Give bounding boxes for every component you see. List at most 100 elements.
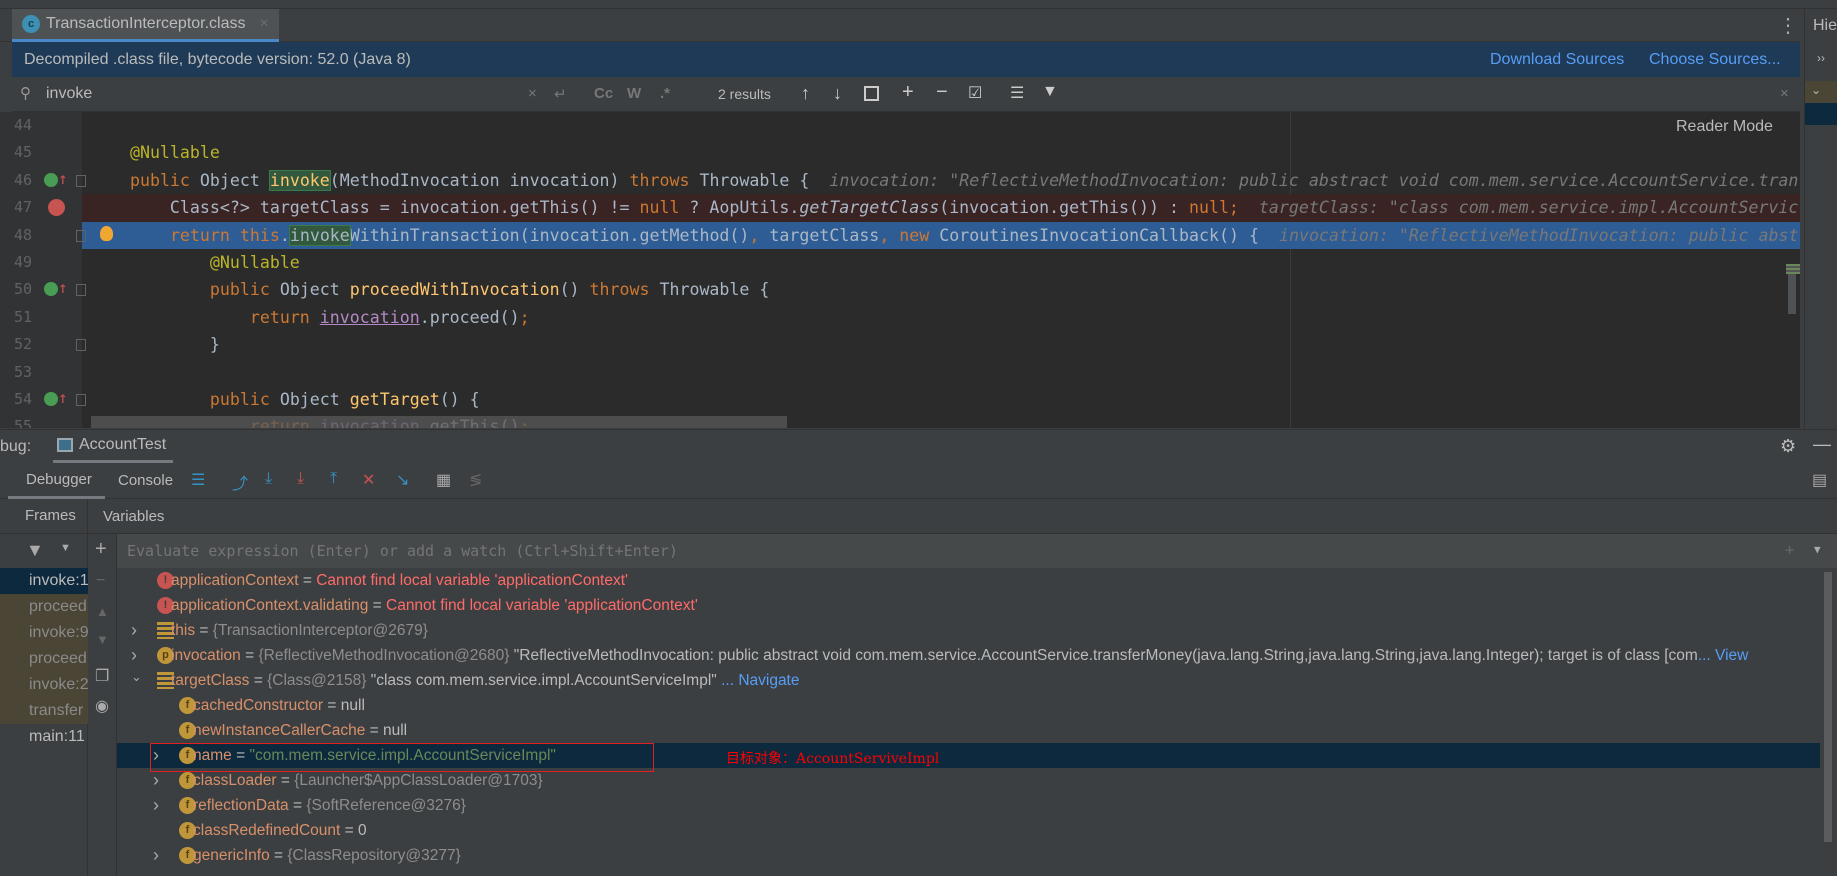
variables-scrollbar-thumb[interactable] xyxy=(1824,572,1832,842)
variable-row[interactable]: › p invocation = {ReflectiveMethodInvocati… xyxy=(117,643,1820,668)
trace-icon[interactable]: ≶ xyxy=(469,470,482,490)
regex-toggle[interactable]: .* xyxy=(660,85,670,102)
layout-icon[interactable]: ☰ xyxy=(191,470,205,490)
implements-method-icon[interactable] xyxy=(44,172,58,187)
close-tab-icon[interactable]: × xyxy=(260,15,269,33)
fold-marker-icon[interactable] xyxy=(76,174,86,187)
chevron-down-icon[interactable]: ⌄ xyxy=(131,668,142,689)
close-find-icon[interactable]: × xyxy=(1780,85,1789,102)
code-line[interactable]: 44 xyxy=(0,112,1800,139)
variable-row[interactable]: › f genericInfo = {ClassRepository@3277} xyxy=(117,843,1820,868)
fold-marker-icon[interactable] xyxy=(76,229,86,242)
frames-tab[interactable]: Frames xyxy=(0,499,88,534)
implements-method-icon[interactable] xyxy=(44,282,58,297)
variable-row[interactable]: ! applicationContext = Cannot find local … xyxy=(117,568,1820,593)
tab-debugger[interactable]: Debugger xyxy=(8,464,105,499)
filter-lines-icon[interactable]: ☰ xyxy=(1010,83,1024,103)
search-input[interactable] xyxy=(46,83,526,105)
implements-method-icon[interactable] xyxy=(44,392,58,406)
fold-marker-icon[interactable] xyxy=(76,284,86,297)
frame-item[interactable]: invoke:1 xyxy=(0,568,88,594)
drop-frame-icon[interactable]: ✕ xyxy=(362,470,375,490)
dropdown-icon[interactable]: ▼ xyxy=(60,542,71,554)
variable-link[interactable]: ... Navigate xyxy=(717,672,799,689)
editor-tab[interactable]: c TransactionInterceptor.class × xyxy=(12,9,279,42)
breakpoint-icon[interactable] xyxy=(48,199,65,217)
run-to-cursor-icon[interactable]: ↘ xyxy=(396,470,409,490)
frame-item[interactable]: proceed xyxy=(0,594,88,620)
reader-mode-button[interactable]: Reader Mode xyxy=(1676,118,1773,136)
variable-row[interactable]: f classRedefinedCount = 0 xyxy=(117,818,1820,843)
fold-marker-icon[interactable] xyxy=(76,394,86,406)
variable-link[interactable]: ... View xyxy=(1698,647,1749,664)
variable-row[interactable]: ! applicationContext.validating = Cannot … xyxy=(117,593,1820,618)
code-line[interactable]: 48 return this.invokeWithinTransaction(i… xyxy=(0,221,1800,249)
hierarchy-child-item[interactable] xyxy=(1805,103,1837,125)
words-toggle[interactable]: W xyxy=(627,85,641,102)
add-to-watches-icon[interactable]: + xyxy=(1785,541,1794,559)
gear-icon[interactable]: ⚙ xyxy=(1780,436,1796,457)
chevron-right-icon[interactable]: › xyxy=(131,618,137,643)
step-over-icon[interactable]: ⤓ xyxy=(265,470,272,488)
tab-console[interactable]: Console xyxy=(118,472,173,489)
variables-scroll-track[interactable] xyxy=(1820,568,1837,876)
code-line[interactable]: 51 return invocation.proceed(); xyxy=(0,304,1800,331)
evaluate-expression-icon[interactable]: ▦ xyxy=(436,470,451,490)
eye-icon[interactable]: ◉ xyxy=(95,696,109,716)
more-options-icon[interactable]: ⋮ xyxy=(1778,13,1798,38)
variable-row[interactable]: f cachedConstructor = null xyxy=(117,693,1820,718)
step-out-icon[interactable]: ⤒ xyxy=(330,470,337,488)
clear-search-icon[interactable]: × xyxy=(528,85,537,102)
frame-item[interactable]: proceed xyxy=(0,646,88,672)
fold-marker-icon[interactable] xyxy=(76,339,86,352)
horizontal-scrollbar[interactable] xyxy=(91,416,787,428)
filter-icon[interactable]: ▼ xyxy=(1042,83,1058,101)
frame-item[interactable]: invoke:2 xyxy=(0,672,88,698)
code-line[interactable]: 50 ↑ public Object proceedWithInvocation(… xyxy=(0,276,1800,303)
frame-item[interactable]: main:11 xyxy=(0,724,88,750)
previous-occurrence-icon[interactable]: ↑ xyxy=(801,83,810,104)
select-all-icon[interactable]: ☑ xyxy=(968,83,982,103)
frame-item[interactable]: invoke:9 xyxy=(0,620,88,646)
code-line[interactable]: 54 ↑ public Object getTarget() { xyxy=(0,386,1800,413)
variables-tab[interactable]: Variables xyxy=(103,508,164,525)
remove-watch-icon[interactable]: − xyxy=(96,572,105,590)
new-line-icon[interactable]: ↵ xyxy=(554,85,567,103)
variable-row[interactable]: ⌄ targetClass = {Class@2158} "class com.m… xyxy=(117,668,1820,693)
code-line[interactable]: 47 Class<?> targetClass = invocation.get… xyxy=(0,194,1800,222)
code-line[interactable]: 53 xyxy=(0,359,1800,386)
copy-icon[interactable]: ❐ xyxy=(95,666,109,686)
variable-row[interactable]: › this = {TransactionInterceptor@2679} xyxy=(117,618,1820,643)
download-sources-link[interactable]: Download Sources xyxy=(1490,51,1624,69)
code-line[interactable]: 49 @Nullable xyxy=(0,249,1800,276)
remove-selection-icon[interactable]: − xyxy=(936,81,948,104)
show-execution-point-icon[interactable]: ⤴ xyxy=(232,470,248,494)
chevron-right-icon[interactable]: › xyxy=(153,843,159,868)
add-watch-icon[interactable]: + xyxy=(95,538,107,561)
vertical-scrollbar[interactable] xyxy=(1788,274,1796,314)
choose-sources-link[interactable]: Choose Sources... xyxy=(1649,51,1781,69)
more-chevrons-icon[interactable]: ›› xyxy=(1817,51,1825,65)
force-step-into-icon[interactable]: ⤓ xyxy=(297,470,304,488)
code-line[interactable]: 45 @Nullable xyxy=(0,139,1800,166)
code-editor[interactable]: 44 45 @Nullable 46 ↑ public Object invoke(M… xyxy=(0,112,1800,428)
history-dropdown-icon[interactable]: ▼ xyxy=(1814,543,1821,556)
move-up-icon[interactable]: ▲ xyxy=(96,604,109,619)
add-selection-icon[interactable]: + xyxy=(902,81,914,104)
match-case-toggle[interactable]: Cc xyxy=(594,85,613,102)
layout-settings-icon[interactable]: ▤ xyxy=(1812,470,1827,490)
minimize-icon[interactable]: — xyxy=(1813,434,1831,455)
evaluate-input[interactable] xyxy=(127,540,1627,562)
variable-row[interactable]: › f reflectionData = {SoftReference@3276} xyxy=(117,793,1820,818)
evaluate-expression-field[interactable]: + ▼ xyxy=(117,534,1837,568)
error-stripe-marks[interactable] xyxy=(1786,264,1800,274)
session-tab[interactable]: AccountTest xyxy=(53,430,173,463)
select-all-occurrences-icon[interactable] xyxy=(864,86,879,101)
next-occurrence-icon[interactable]: ↓ xyxy=(833,83,842,104)
filter-icon[interactable]: ▼ xyxy=(26,540,44,561)
chevron-right-icon[interactable]: › xyxy=(131,643,137,668)
code-line[interactable]: 52 } xyxy=(0,331,1800,358)
variables-tree[interactable]: ! applicationContext = Cannot find local … xyxy=(117,568,1837,876)
frame-item[interactable]: transfer xyxy=(0,698,88,724)
move-down-icon[interactable]: ▼ xyxy=(96,632,109,647)
